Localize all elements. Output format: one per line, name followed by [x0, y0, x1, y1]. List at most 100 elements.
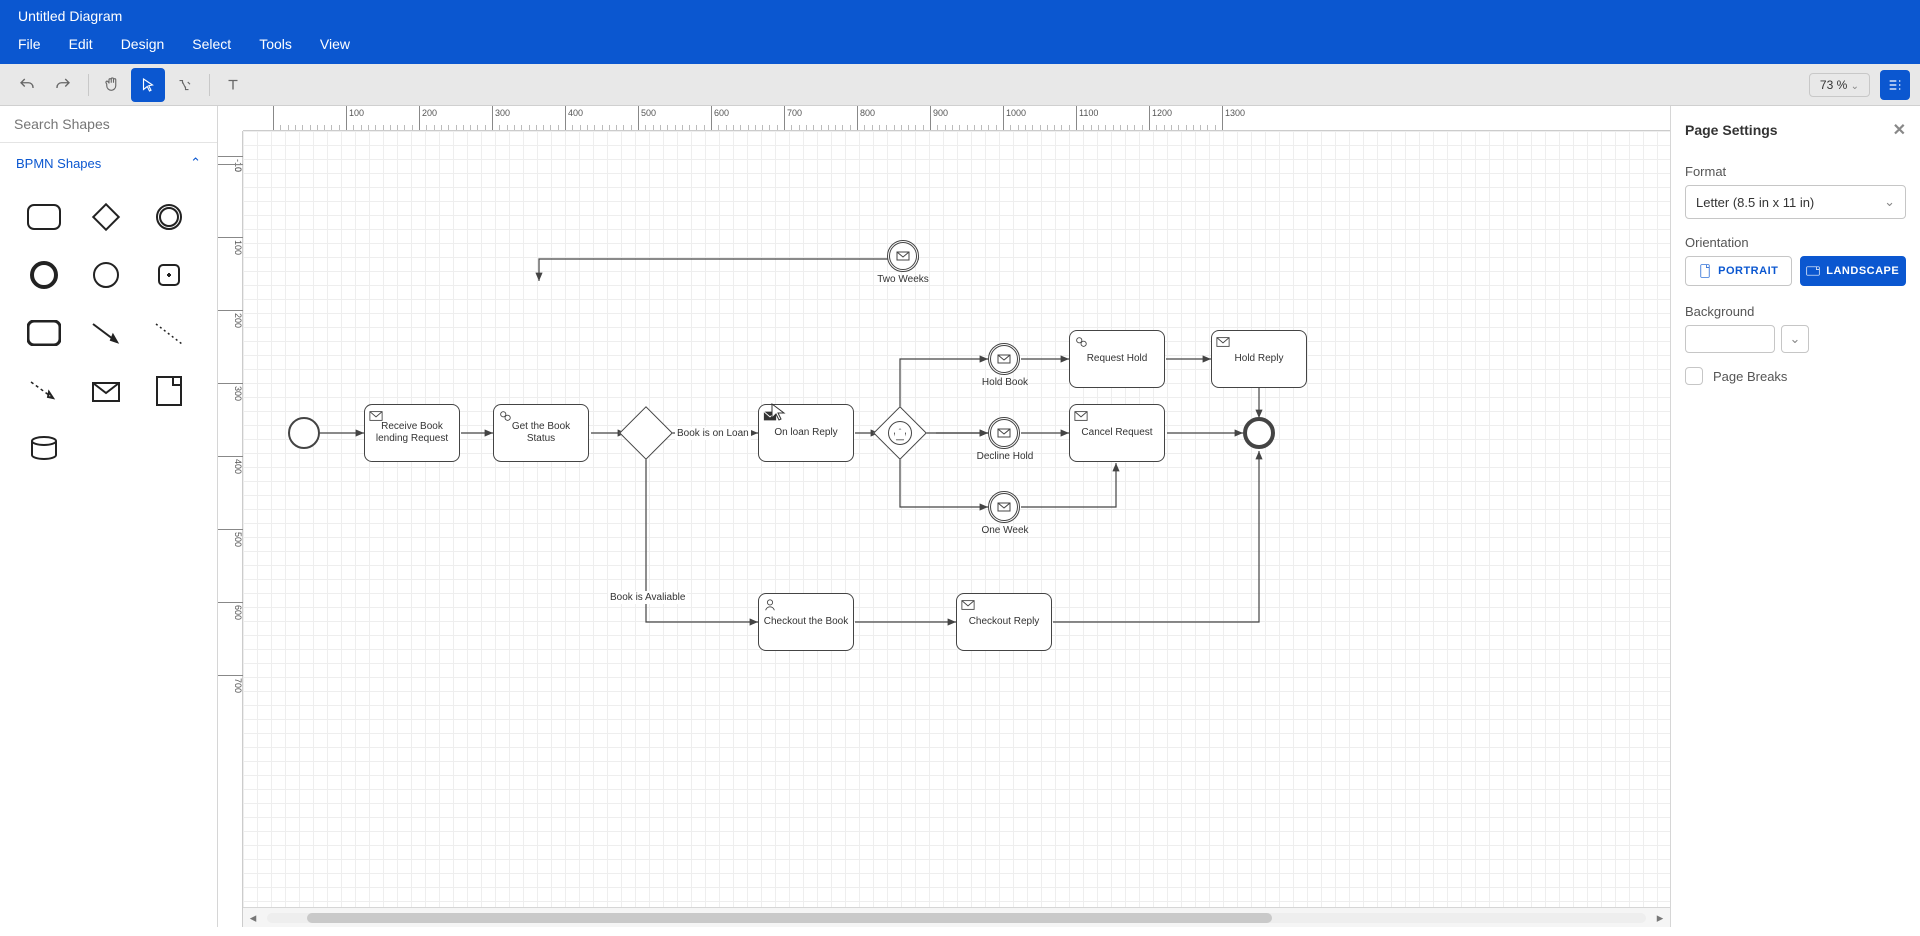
- palette-data-object-icon[interactable]: [149, 255, 189, 295]
- chevron-down-icon: ⌄: [1884, 194, 1895, 210]
- canvas[interactable]: 1002003004005006007008009001000110012001…: [218, 106, 1670, 927]
- node-cancel-task[interactable]: Cancel Request: [1069, 404, 1165, 462]
- menu-edit[interactable]: Edit: [69, 36, 93, 52]
- zoom-dropdown[interactable]: 73 % ⌄: [1809, 73, 1870, 97]
- background-color-swatch[interactable]: [1685, 325, 1775, 353]
- ruler-vertical: -100100200300400500600700: [218, 131, 243, 927]
- separator: [209, 74, 210, 96]
- shape-category-label: BPMN Shapes: [16, 156, 101, 171]
- node-request-hold-task[interactable]: Request Hold: [1069, 330, 1165, 388]
- palette-message-icon[interactable]: [86, 371, 126, 411]
- background-color-picker-button[interactable]: ⌄: [1781, 325, 1809, 353]
- page-breaks-label: Page Breaks: [1713, 369, 1787, 384]
- background-label: Background: [1685, 304, 1906, 319]
- event-label: One Week: [975, 525, 1035, 536]
- palette-data-store-icon[interactable]: [24, 429, 64, 469]
- palette-gateway-icon[interactable]: [86, 197, 126, 237]
- page-breaks-checkbox[interactable]: [1685, 367, 1703, 385]
- envelope-icon: [1216, 335, 1230, 349]
- menu-design[interactable]: Design: [121, 36, 165, 52]
- shape-palette: [0, 183, 217, 483]
- redo-button[interactable]: [46, 68, 80, 102]
- node-checkout-reply-task[interactable]: Checkout Reply: [956, 593, 1052, 651]
- node-label: Checkout Reply: [969, 616, 1040, 629]
- node-event-based-gateway[interactable]: [873, 406, 927, 460]
- envelope-icon: [996, 351, 1012, 367]
- envelope-icon: [961, 598, 975, 612]
- landscape-button[interactable]: LANDSCAPE: [1800, 256, 1907, 286]
- page-settings-panel: Page Settings ✕ Format Letter (8.5 in x …: [1670, 106, 1920, 927]
- node-label: Cancel Request: [1081, 427, 1152, 440]
- scroll-thumb[interactable]: [307, 913, 1272, 923]
- node-start-event[interactable]: [288, 417, 320, 449]
- ruler-horizontal: 1002003004005006007008009001000110012001…: [243, 106, 1670, 131]
- node-intermediate-event-two-weeks[interactable]: [887, 240, 919, 272]
- event-label: Two Weeks: [873, 274, 933, 285]
- palette-start-event-icon[interactable]: [86, 255, 126, 295]
- palette-association-icon[interactable]: [149, 313, 189, 353]
- envelope-icon: [1074, 409, 1088, 423]
- envelope-filled-icon: [763, 409, 777, 423]
- palette-sequence-flow-icon[interactable]: [86, 313, 126, 353]
- chevron-up-icon: ⌃: [190, 155, 201, 171]
- edge-label: Book is on Loan: [675, 427, 751, 440]
- node-receive-task[interactable]: Receive Book lending Request: [364, 404, 460, 462]
- palette-end-event-icon[interactable]: [24, 255, 64, 295]
- palette-expanded-subprocess-icon[interactable]: [24, 313, 64, 353]
- node-label: Checkout the Book: [764, 616, 849, 629]
- node-send-task[interactable]: On loan Reply: [758, 404, 854, 462]
- node-intermediate-event-hold-book[interactable]: [988, 343, 1020, 375]
- node-label: Receive Book lending Request: [369, 421, 455, 446]
- user-icon: [763, 598, 777, 612]
- palette-intermediate-event-icon[interactable]: [149, 197, 189, 237]
- app-header: Untitled Diagram File Edit Design Select…: [0, 0, 1920, 64]
- node-label: Request Hold: [1087, 353, 1148, 366]
- orientation-label: Orientation: [1685, 235, 1906, 250]
- separator: [88, 74, 89, 96]
- node-end-event[interactable]: [1243, 417, 1275, 449]
- gear-icon: [1074, 335, 1088, 349]
- undo-button[interactable]: [10, 68, 44, 102]
- landscape-page-icon: [1806, 264, 1820, 278]
- close-icon[interactable]: ✕: [1893, 120, 1906, 140]
- palette-datasource-icon[interactable]: [149, 371, 189, 411]
- node-service-task[interactable]: Get the Book Status: [493, 404, 589, 462]
- palette-task-icon[interactable]: [24, 197, 64, 237]
- scroll-left-icon[interactable]: ◂: [243, 908, 263, 928]
- event-label: Hold Book: [975, 377, 1035, 388]
- event-label: Decline Hold: [975, 451, 1035, 462]
- menu-view[interactable]: View: [320, 36, 350, 52]
- node-intermediate-event-one-week[interactable]: [988, 491, 1020, 523]
- connector-tool-button[interactable]: [167, 68, 201, 102]
- chevron-down-icon: ⌄: [1790, 331, 1801, 347]
- text-tool-button[interactable]: [216, 68, 250, 102]
- scroll-right-icon[interactable]: ▸: [1650, 908, 1670, 928]
- toolbar: 73 % ⌄: [0, 64, 1920, 106]
- portrait-button[interactable]: PORTRAIT: [1685, 256, 1792, 286]
- scroll-track[interactable]: [267, 913, 1646, 923]
- settings-toggle-button[interactable]: [1880, 70, 1910, 100]
- node-hold-reply-task[interactable]: Hold Reply: [1211, 330, 1307, 388]
- landscape-label: LANDSCAPE: [1826, 265, 1899, 277]
- menubar: File Edit Design Select Tools View: [0, 32, 1920, 64]
- shape-category-header[interactable]: BPMN Shapes ⌃: [0, 143, 217, 183]
- diagram-grid[interactable]: Receive Book lending Request Get the Boo…: [243, 131, 1670, 907]
- pan-tool-button[interactable]: [95, 68, 129, 102]
- menu-tools[interactable]: Tools: [259, 36, 292, 52]
- palette-message-flow-icon[interactable]: [24, 371, 64, 411]
- node-label: Hold Reply: [1235, 353, 1284, 366]
- envelope-icon: [996, 425, 1012, 441]
- document-title[interactable]: Untitled Diagram: [0, 0, 1920, 32]
- node-intermediate-event-decline-hold[interactable]: [988, 417, 1020, 449]
- search-input[interactable]: [0, 106, 217, 143]
- horizontal-scrollbar[interactable]: ◂ ▸: [243, 907, 1670, 927]
- menu-select[interactable]: Select: [192, 36, 231, 52]
- portrait-label: PORTRAIT: [1718, 265, 1778, 277]
- node-checkout-task[interactable]: Checkout the Book: [758, 593, 854, 651]
- menu-file[interactable]: File: [18, 36, 41, 52]
- envelope-icon: [369, 409, 383, 423]
- node-exclusive-gateway[interactable]: [619, 406, 673, 460]
- pointer-tool-button[interactable]: [131, 68, 165, 102]
- format-label: Format: [1685, 164, 1906, 179]
- format-dropdown[interactable]: Letter (8.5 in x 11 in) ⌄: [1685, 185, 1906, 219]
